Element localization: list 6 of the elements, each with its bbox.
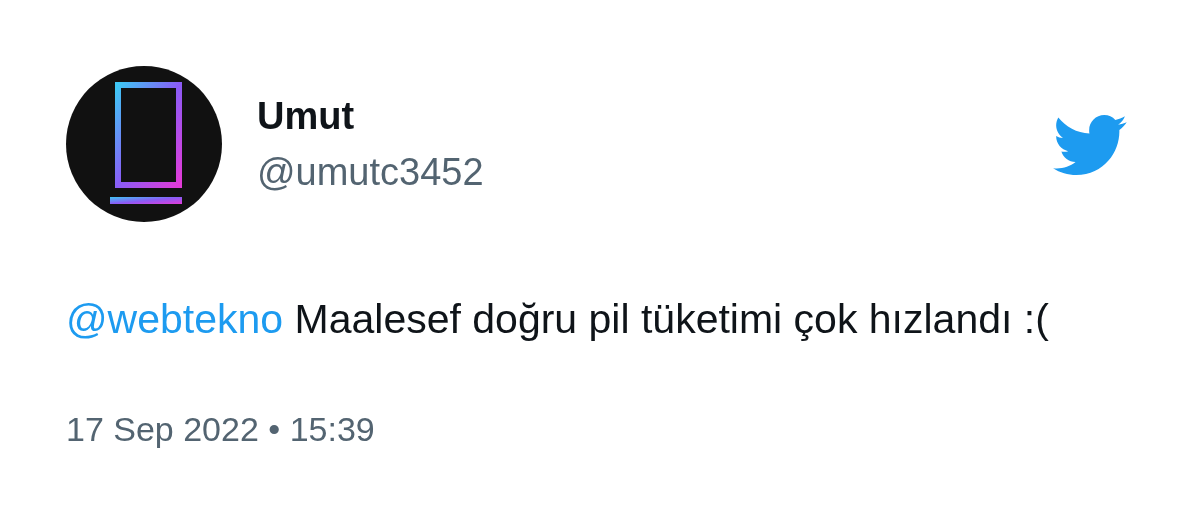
avatar-icon: [66, 66, 222, 222]
tweet-text: @webtekno Maalesef doğru pil tüketimi çok hızlandı :(: [66, 295, 1050, 344]
tweet-timestamp: 17 Sep 2022 • 15:39: [66, 410, 375, 449]
user-handle: @umutc3452: [257, 150, 484, 195]
display-name: Umut: [257, 94, 355, 138]
mention-link[interactable]: @webtekno: [66, 296, 284, 342]
